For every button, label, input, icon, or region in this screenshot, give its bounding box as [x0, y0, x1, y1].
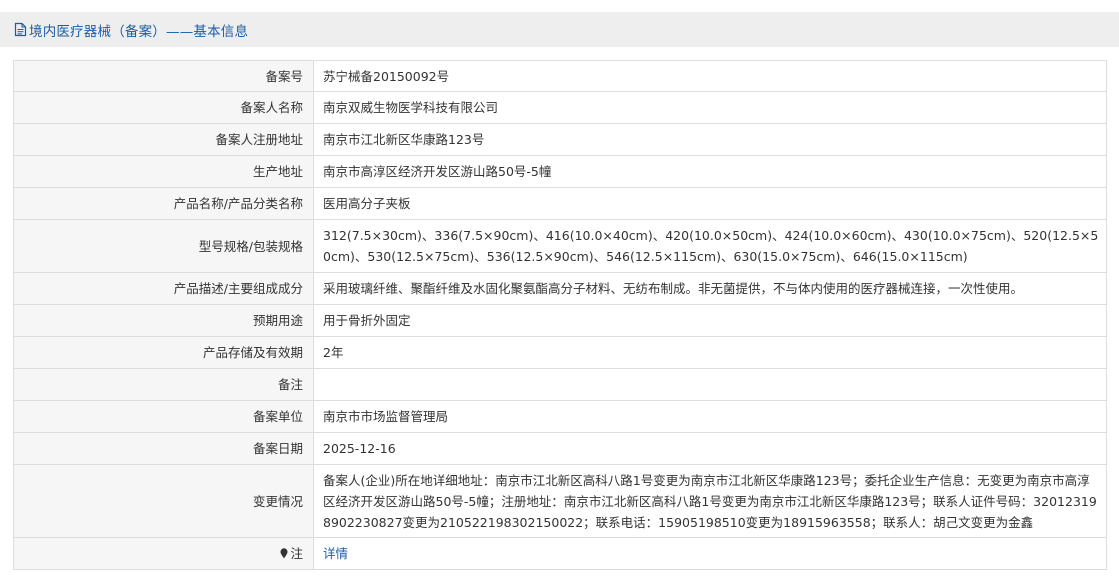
row-registrant-address: 备案人注册地址 南京市江北新区华康路123号	[13, 123, 1107, 156]
row-value: 医用高分子夹板	[313, 187, 1107, 220]
document-icon	[14, 22, 27, 37]
row-label: 备注	[13, 368, 314, 401]
row-value: 采用玻璃纤维、聚酯纤维及水固化聚氨酯高分子材料、无纺布制成。非无菌提供，不与体内…	[313, 272, 1107, 305]
row-label: 备案人注册地址	[13, 123, 314, 156]
row-label: 型号规格/包装规格	[13, 219, 314, 273]
row-label: 产品描述/主要组成成分	[13, 272, 314, 305]
row-product-name: 产品名称/产品分类名称 医用高分子夹板	[13, 187, 1107, 220]
row-label: 变更情况	[13, 464, 314, 538]
row-value	[313, 368, 1107, 401]
info-table: 备案号 苏宁械备20150092号 备案人名称 南京双威生物医学科技有限公司 备…	[13, 60, 1107, 570]
row-record-number: 备案号 苏宁械备20150092号	[13, 60, 1107, 92]
row-value: 南京市市场监督管理局	[313, 400, 1107, 433]
row-value: 2年	[313, 336, 1107, 369]
row-label: 备案日期	[13, 432, 314, 465]
row-label: 生产地址	[13, 155, 314, 188]
row-product-description: 产品描述/主要组成成分 采用玻璃纤维、聚酯纤维及水固化聚氨酯高分子材料、无纺布制…	[13, 272, 1107, 305]
row-label: 注	[13, 537, 314, 570]
row-remarks: 备注	[13, 368, 1107, 401]
row-value: 南京市江北新区华康路123号	[313, 123, 1107, 156]
row-filing-date: 备案日期 2025-12-16	[13, 432, 1107, 465]
page-title: 境内医疗器械（备案）——基本信息	[29, 23, 249, 40]
top-strip	[0, 0, 1119, 12]
row-value: 用于骨折外固定	[313, 304, 1107, 337]
row-value: 苏宁械备20150092号	[313, 60, 1107, 92]
row-label: 预期用途	[13, 304, 314, 337]
row-label: 产品存储及有效期	[13, 336, 314, 369]
pin-icon	[280, 547, 288, 559]
row-filing-unit: 备案单位 南京市市场监督管理局	[13, 400, 1107, 433]
row-label: 备案人名称	[13, 91, 314, 124]
row-value: 2025-12-16	[313, 432, 1107, 465]
row-note: 注 详情	[13, 537, 1107, 570]
note-label: 注	[290, 545, 303, 561]
row-value: 312(7.5×30cm)、336(7.5×90cm)、416(10.0×40c…	[313, 219, 1107, 273]
note-label-wrap: 注	[280, 543, 303, 564]
row-production-address: 生产地址 南京市高淳区经济开发区游山路50号-5幢	[13, 155, 1107, 188]
row-value: 南京双威生物医学科技有限公司	[313, 91, 1107, 124]
row-label: 备案号	[13, 60, 314, 92]
row-label: 备案单位	[13, 400, 314, 433]
row-model-spec: 型号规格/包装规格 312(7.5×30cm)、336(7.5×90cm)、41…	[13, 219, 1107, 273]
row-storage-validity: 产品存储及有效期 2年	[13, 336, 1107, 369]
row-value: 南京市高淳区经济开发区游山路50号-5幢	[313, 155, 1107, 188]
page-title-bar: 境内医疗器械（备案）——基本信息	[0, 12, 1119, 47]
row-value: 详情	[313, 537, 1107, 570]
row-change-history: 变更情况 备案人(企业)所在地详细地址：南京市江北新区高科八路1号变更为南京市江…	[13, 464, 1107, 538]
row-intended-use: 预期用途 用于骨折外固定	[13, 304, 1107, 337]
row-value: 备案人(企业)所在地详细地址：南京市江北新区高科八路1号变更为南京市江北新区华康…	[313, 464, 1107, 538]
row-label: 产品名称/产品分类名称	[13, 187, 314, 220]
row-registrant-name: 备案人名称 南京双威生物医学科技有限公司	[13, 91, 1107, 124]
details-link[interactable]: 详情	[323, 546, 348, 561]
